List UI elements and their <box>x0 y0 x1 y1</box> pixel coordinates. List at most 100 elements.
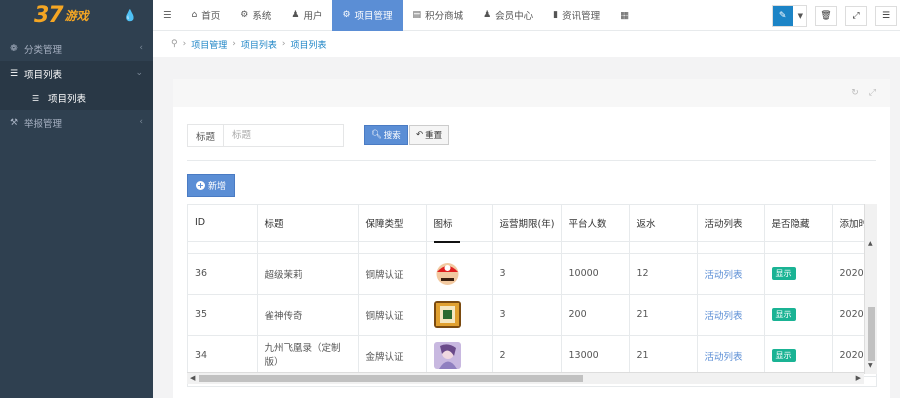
table-row[interactable]: 35 雀神传奇 铜牌认证 3 200 21 活动列表 显示 2020- <box>188 294 876 336</box>
table-row[interactable]: 36 超级茉莉 铜牌认证 3 10000 12 活动列表 显示 2020- <box>188 253 876 295</box>
col-header[interactable]: 图标 <box>426 205 493 242</box>
activity-link[interactable]: 活动列表 <box>705 270 743 281</box>
sidebar: 37 游戏 💧 ❁ 分类管理 ‹ ☰ 项目列表 ⌄ ☰ 项目列表 ⚒ 举报管理 … <box>0 0 153 398</box>
trash-button[interactable]: 🗑 <box>815 5 837 26</box>
cell-title: 雀神传奇 <box>257 294 359 336</box>
scroll-thumb[interactable] <box>199 375 583 382</box>
skin-icon: ✎ <box>772 5 793 26</box>
cell-years: 2 <box>492 335 562 377</box>
sidebar-item-category[interactable]: ❁ 分类管理 ‹ <box>0 36 153 61</box>
col-header[interactable]: 返水 <box>629 205 698 242</box>
cell-title: 超级茉莉 <box>257 253 359 295</box>
search-input[interactable] <box>223 124 345 147</box>
chevron-down-icon: ⌄ <box>135 68 143 78</box>
refresh-icon[interactable]: ↻ <box>851 88 859 98</box>
table-row[interactable]: 34 九州飞凰录（定制版） 金牌认证 2 13000 21 活动列表 显示 20… <box>188 335 876 377</box>
cell-users: 13000 <box>561 335 630 377</box>
col-header[interactable]: 运营期限(年) <box>492 205 562 242</box>
col-header[interactable]: ID <box>188 205 258 242</box>
menu-toggle[interactable]: ☰ <box>153 0 182 31</box>
home-icon: ⌂ <box>191 10 198 20</box>
nav-system[interactable]: ⚙ 系统 <box>230 0 281 31</box>
expand-icon[interactable]: ⤢ <box>869 88 876 98</box>
nav-grid[interactable]: ▦ <box>610 0 639 31</box>
logo-number: 37 <box>34 2 64 28</box>
search-icon: 🔍︎ <box>371 130 382 140</box>
cell-id: 35 <box>188 294 258 336</box>
breadcrumb: ⚲ › 项目管理 › 项目列表 › 项目列表 <box>153 31 900 57</box>
list-icon: ☰ <box>32 93 40 103</box>
cell-icon <box>426 253 493 295</box>
sidebar-item-projects[interactable]: ☰ 项目列表 ⌄ <box>0 61 153 86</box>
cell-users: 10000 <box>561 253 630 295</box>
breadcrumb-item[interactable]: 项目列表 <box>241 38 277 51</box>
cell-years: 3 <box>492 294 562 336</box>
nav-home[interactable]: ⌂ 首页 <box>182 0 231 31</box>
settings-button[interactable]: ☰ <box>875 5 897 26</box>
scroll-left-icon[interactable]: ◀ <box>190 374 195 382</box>
game-icon-jiuzhou <box>433 342 461 369</box>
sidebar-subitem-label: 项目列表 <box>48 94 87 105</box>
logo[interactable]: 37 游戏 💧 <box>0 0 153 30</box>
col-header[interactable]: 活动列表 <box>697 205 765 242</box>
search-button[interactable]: 🔍︎ 搜索 <box>364 125 408 145</box>
cell-icon <box>426 294 493 336</box>
plus-icon: + <box>196 181 205 190</box>
cell-type: 铜牌认证 <box>358 253 427 295</box>
nav-label: 会员中心 <box>495 11 534 22</box>
status-badge: 显示 <box>771 267 796 280</box>
col-header[interactable]: 保障类型 <box>358 205 427 242</box>
cell-users: 200 <box>561 294 630 336</box>
sidebar-item-label: 项目列表 <box>24 69 63 81</box>
sort-indicator <box>434 241 460 243</box>
nav-user[interactable]: ♟ 用户 <box>281 0 332 31</box>
expand-icon: ⤢ <box>852 10 860 21</box>
cell-type: 铜牌认证 <box>358 294 427 336</box>
nav-points-mall[interactable]: ▤ 积分商城 <box>403 0 474 31</box>
cell-type: 金牌认证 <box>358 335 427 377</box>
scroll-thumb[interactable] <box>868 307 875 361</box>
trash-icon: 🗑 <box>820 10 832 21</box>
cell-rebate: 21 <box>629 294 698 336</box>
activity-link[interactable]: 活动列表 <box>705 311 743 322</box>
card-icon: ▤ <box>412 10 422 20</box>
activity-link[interactable]: 活动列表 <box>705 352 743 363</box>
reset-button[interactable]: ↶ 重置 <box>409 125 450 145</box>
game-icon-mahjong <box>433 301 461 328</box>
cell-id: 34 <box>188 335 258 377</box>
box-header: ↻ ⤢ <box>173 79 890 107</box>
caret-down-icon: ▼ <box>797 11 803 20</box>
col-header[interactable]: 标题 <box>257 205 359 242</box>
sidebar-item-reports[interactable]: ⚒ 举报管理 ‹ <box>0 110 153 135</box>
nav-label: 积分商城 <box>425 11 464 22</box>
logo-text: 游戏 <box>64 8 89 23</box>
nav-projects[interactable]: ⚙ 项目管理 <box>332 0 403 31</box>
sidebar-subitem-projects[interactable]: ☰ 项目列表 <box>0 86 153 110</box>
location-icon: ⚲ <box>171 39 178 49</box>
sliders-icon: ☰ <box>881 10 891 21</box>
col-header[interactable]: 是否隐藏 <box>764 205 833 242</box>
fullscreen-button[interactable]: ⤢ <box>845 5 867 26</box>
nav-members[interactable]: ♟ 会员中心 <box>473 0 543 31</box>
breadcrumb-item[interactable]: 项目管理 <box>191 38 227 51</box>
scroll-right-icon[interactable]: ▶ <box>856 374 861 382</box>
gear-icon: ⚙ <box>342 10 351 20</box>
theme-dropdown[interactable]: ✎ ▼ <box>771 4 807 27</box>
col-header[interactable]: 平台人数 <box>561 205 630 242</box>
nav-label: 项目管理 <box>354 11 393 22</box>
nav-news[interactable]: ▮ 资讯管理 <box>543 0 610 31</box>
scroll-up-icon[interactable]: ▲ <box>868 240 873 247</box>
add-button[interactable]: + 新增 <box>187 174 236 197</box>
breadcrumb-item[interactable]: 项目列表 <box>290 38 326 51</box>
horizontal-scrollbar[interactable]: ◀ ▶ <box>187 372 864 384</box>
sidebar-item-label: 分类管理 <box>24 44 63 56</box>
scroll-down-icon[interactable]: ▼ <box>868 362 873 369</box>
search-group: 标题 <box>187 124 345 147</box>
drop-icon[interactable]: 💧 <box>123 9 137 22</box>
data-table: ID 标题 保障类型 图标 运营期限(年) 平台人数 返水 活动列表 是否隐藏 … <box>187 204 877 387</box>
vertical-scrollbar[interactable]: ▲ ▼ <box>864 204 877 374</box>
grid-icon: ▦ <box>620 9 630 21</box>
nav-label: 首页 <box>201 11 221 22</box>
search-label: 标题 <box>187 124 224 147</box>
hamburger-icon: ☰ <box>163 9 172 21</box>
